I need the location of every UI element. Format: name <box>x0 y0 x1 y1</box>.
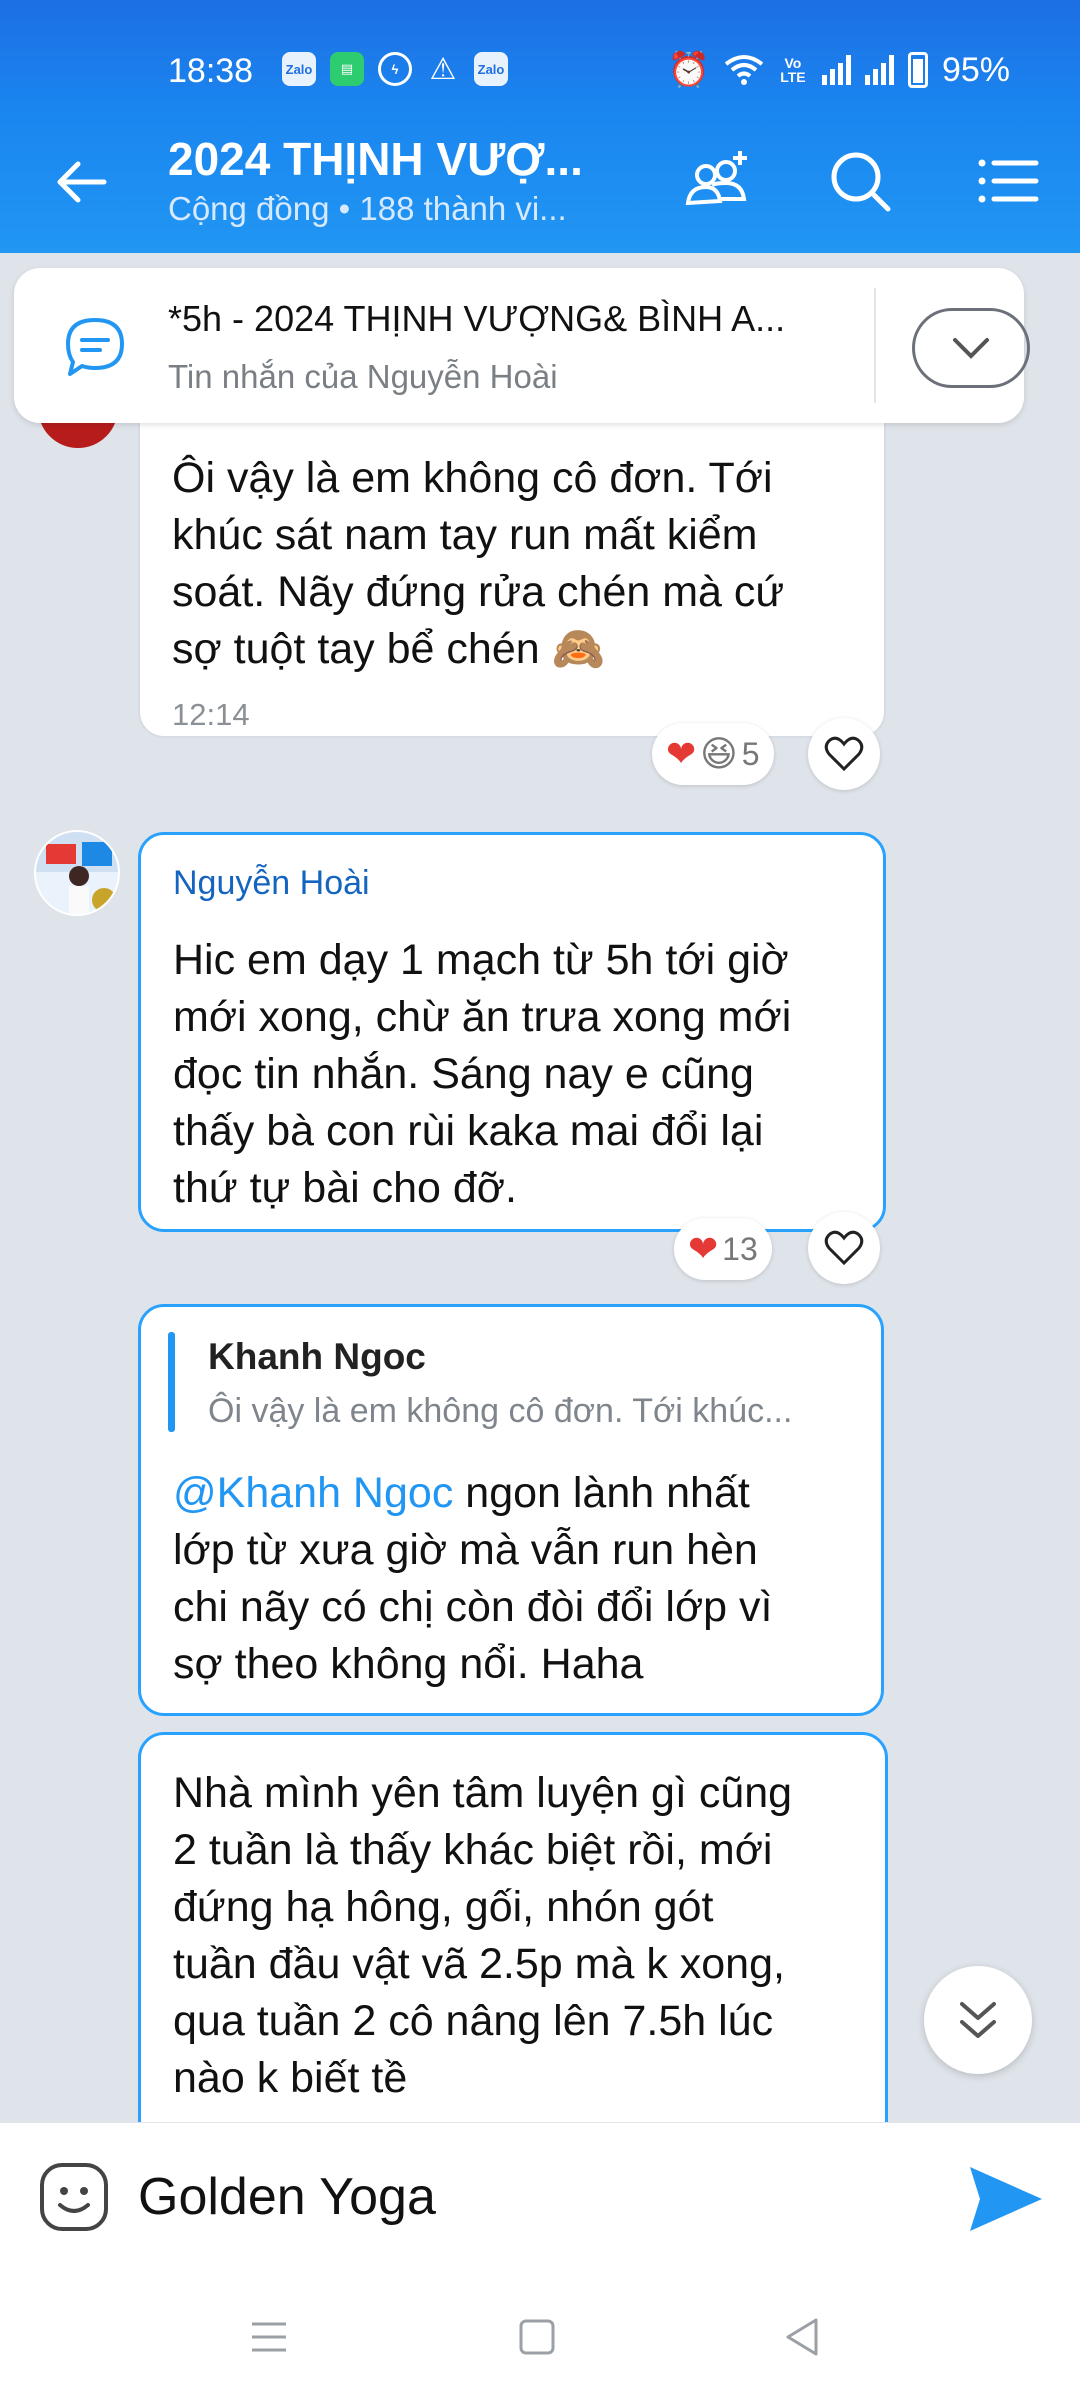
heart-reaction-icon: ❤ <box>688 1228 719 1269</box>
pinned-subtitle: Tin nhắn của Nguyễn Hoài <box>168 358 558 395</box>
chat-header: 2024 THỊNH VƯỢ... Cộng đồng • 188 thành … <box>0 110 1080 253</box>
chevron-down-icon <box>953 338 989 359</box>
message-input-bar: Golden Yoga <box>0 2122 1080 2274</box>
like-button[interactable] <box>808 1212 880 1284</box>
menu-icon[interactable] <box>244 2312 294 2362</box>
search-icon[interactable] <box>824 145 896 217</box>
message-text-line: qua tuần 2 cô nâng lên 7.5h lúc <box>173 1997 774 2045</box>
back-icon[interactable] <box>778 2312 828 2362</box>
messages-icon: ▤ <box>330 52 364 86</box>
alarm-icon: ⏰ <box>667 51 710 89</box>
group-title[interactable]: 2024 THỊNH VƯỢ... <box>168 132 583 186</box>
volte-indicator: Vo LTE <box>780 55 806 85</box>
send-icon[interactable] <box>966 2163 1046 2235</box>
message-text-line: sợ tuột tay bể chén 🙈 <box>172 625 606 673</box>
message-text-line: sợ theo không nổi. Haha <box>173 1640 644 1688</box>
group-subtitle[interactable]: Cộng đồng • 188 thành vi... <box>168 190 567 228</box>
reaction-count: 5 <box>741 735 760 772</box>
quote-bar <box>168 1332 175 1432</box>
message-text-line: tuần đầu vật vã 2.5p mà k xong, <box>173 1940 785 1988</box>
message-input[interactable]: Golden Yoga <box>138 2167 436 2227</box>
home-icon[interactable] <box>512 2312 562 2362</box>
message-text-line: lớp từ xưa giờ mà vẫn run hèn <box>173 1526 758 1574</box>
pinned-title: *5h - 2024 THỊNH VƯỢNG& BÌNH A... <box>168 298 786 339</box>
reaction-summary[interactable]: ❤ 😆 5 <box>652 723 774 785</box>
heart-reaction-icon: ❤ <box>666 733 697 774</box>
message-text-line: Hic em dạy 1 mạch từ 5h tới giờ <box>173 936 789 984</box>
message-text-line: nào k biết tề <box>173 2054 408 2102</box>
scroll-to-bottom-button[interactable] <box>924 1966 1032 2074</box>
signal-icon <box>864 55 894 85</box>
reaction-count: 13 <box>722 1230 758 1267</box>
reaction-summary[interactable]: ❤ 13 <box>674 1218 772 1280</box>
back-arrow-icon[interactable] <box>52 152 112 212</box>
system-nav-bar <box>0 2274 1080 2400</box>
zalo-icon: Zalo <box>474 52 508 86</box>
mention-link[interactable]: @Khanh Ngoc <box>173 1469 453 1517</box>
message-text-line: 2 tuần là thấy khác biệt rồi, mới <box>173 1826 773 1874</box>
sticker-icon[interactable] <box>36 2159 112 2235</box>
quoted-text[interactable]: Ôi vậy là em không cô đơn. Tới khúc... <box>208 1392 792 1431</box>
status-time: 18:38 <box>168 52 254 90</box>
add-member-icon[interactable] <box>682 145 754 217</box>
like-button[interactable] <box>808 718 880 790</box>
chat-bubble-icon <box>66 318 124 376</box>
menu-list-icon[interactable] <box>972 145 1044 217</box>
message-bubble[interactable]: Ôi vậy là em không cô đơn. Tới khúc sát … <box>138 400 886 738</box>
wifi-icon <box>724 55 764 85</box>
status-right: ⏰ Vo LTE 95% <box>668 50 1010 90</box>
message-text-line: Nhà mình yên tâm luyện gì cũng <box>173 1769 793 1817</box>
message-text-line: chi nãy có chị còn đòi đổi lớp vì <box>173 1583 773 1631</box>
double-chevron-down-icon <box>960 2002 996 2038</box>
signal-icon <box>821 55 851 85</box>
heart-outline-icon <box>824 736 864 772</box>
message-text-line: Ôi vậy là em không cô đơn. Tới <box>172 454 773 502</box>
message-text-line: thấy bà con rùi kaka mai đổi lại <box>173 1107 764 1155</box>
message-text-line: soát. Nãy đứng rửa chén mà cứ <box>172 568 785 616</box>
message-text-line: @Khanh Ngoc ngon lành nhất <box>173 1469 750 1517</box>
avatar-image <box>36 832 118 914</box>
message-text-line: mới xong, chừ ăn trưa xong mới <box>173 993 792 1041</box>
message-bubble[interactable]: Nguyễn Hoài Hic em dạy 1 mạch từ 5h tới … <box>138 832 886 1232</box>
pinned-message-card[interactable]: *5h - 2024 THỊNH VƯỢNG& BÌNH A... Tin nh… <box>14 268 1030 423</box>
messenger-icon: ϟ <box>378 52 412 86</box>
quoted-sender[interactable]: Khanh Ngoc <box>208 1336 426 1378</box>
heart-outline-icon <box>824 1230 864 1266</box>
battery-level: 95% <box>941 50 1010 89</box>
zalo-icon: Zalo <box>282 52 316 86</box>
divider <box>874 288 876 403</box>
message-text-line: thứ tự bài cho đỡ. <box>173 1164 517 1212</box>
message-text-line: khúc sát nam tay run mất kiểm <box>172 511 758 559</box>
status-bar: 18:38 Zalo ▤ ϟ ⚠ Zalo ⏰ Vo LTE 95% <box>0 0 1080 110</box>
avatar-nguyen-hoai[interactable] <box>34 830 120 916</box>
notification-icons: Zalo ▤ ϟ ⚠ Zalo <box>282 52 508 86</box>
warning-icon: ⚠ <box>429 52 457 86</box>
message-text-line: đọc tin nhắn. Sáng nay e cũng <box>173 1050 754 1098</box>
expand-pinned-button[interactable] <box>912 308 1030 388</box>
laugh-reaction-icon: 😆 <box>700 733 738 774</box>
sender-name[interactable]: Nguyễn Hoài <box>173 855 851 912</box>
battery-icon <box>907 52 928 88</box>
message-text-line: đứng hạ hông, gối, nhón gót <box>173 1883 714 1931</box>
message-bubble[interactable]: Nhà mình yên tâm luyện gì cũng 2 tuần là… <box>138 1732 888 2152</box>
